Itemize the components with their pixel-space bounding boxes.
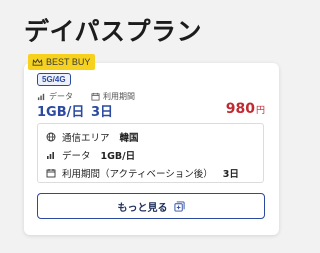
detail-value: 3日 bbox=[222, 169, 239, 180]
page-title: デイパスプラン bbox=[24, 17, 203, 46]
detail-row-data: データ 1GB/日 bbox=[46, 148, 135, 162]
signal-bars-icon bbox=[47, 152, 54, 159]
best-buy-badge: BEST BUY bbox=[28, 54, 96, 70]
detail-value: 1GB/日 bbox=[100, 151, 136, 162]
plan-price: 980 円 bbox=[226, 101, 265, 117]
best-buy-label: BEST BUY bbox=[46, 57, 91, 67]
price-unit: 円 bbox=[255, 106, 265, 116]
price-value: 980 bbox=[225, 101, 255, 117]
detail-label: データ bbox=[62, 151, 91, 162]
detail-value: 韓国 bbox=[119, 133, 139, 144]
data-spec-value: 1GB/日 bbox=[37, 105, 85, 120]
crown-icon bbox=[32, 57, 43, 66]
see-more-label: もっと見る bbox=[117, 202, 168, 214]
calendar-icon bbox=[46, 169, 56, 178]
globe-icon bbox=[46, 132, 56, 142]
detail-label: 通信エリア bbox=[62, 133, 110, 144]
calendar-icon bbox=[91, 92, 100, 101]
plan-card[interactable]: BEST BUY 5G/4G データ 1GB/日 利用期間 3日 980 円 通… bbox=[24, 54, 279, 235]
add-to-list-icon bbox=[173, 200, 185, 212]
period-spec-value: 3日 bbox=[91, 105, 114, 120]
plan-details-box: 通信エリア 韓国 データ 1GB/日 利用期間（アクティベーション後） 3日 bbox=[37, 123, 264, 183]
see-more-button[interactable]: もっと見る bbox=[37, 193, 265, 219]
network-badge: 5G/4G bbox=[37, 73, 71, 86]
detail-row-period: 利用期間（アクティベーション後） 3日 bbox=[46, 166, 239, 180]
detail-label: 利用期間（アクティベーション後） bbox=[62, 169, 213, 180]
detail-row-area: 通信エリア 韓国 bbox=[46, 130, 139, 144]
signal-bars-icon bbox=[37, 93, 45, 101]
